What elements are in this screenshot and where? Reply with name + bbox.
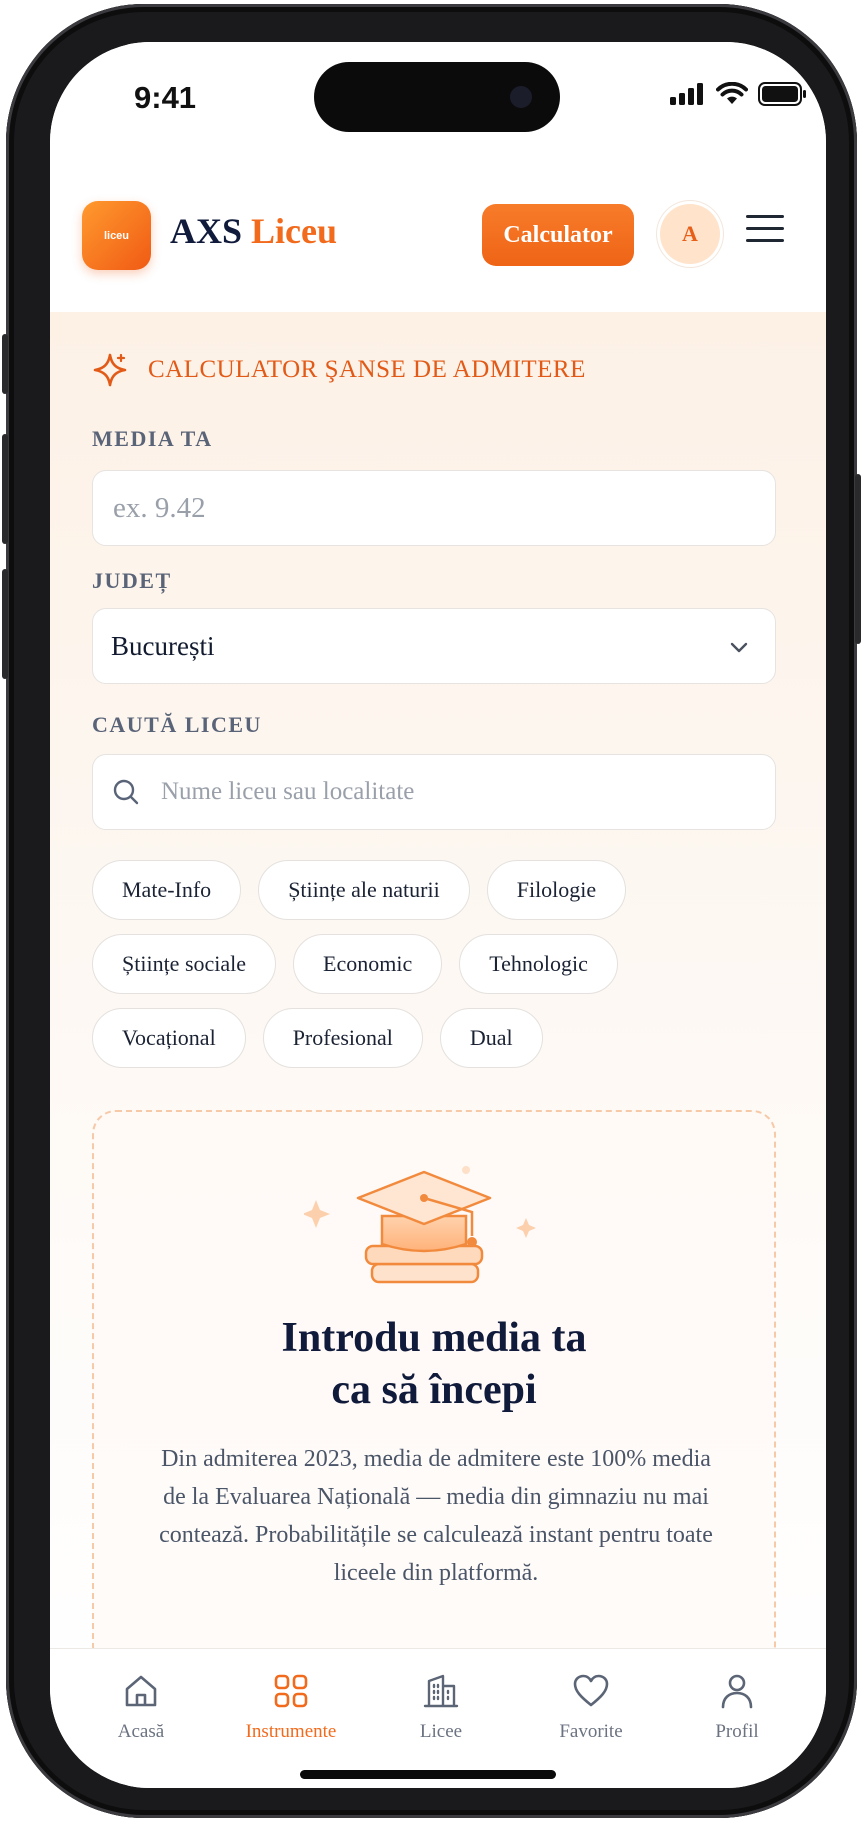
chip-dual[interactable]: Dual bbox=[439, 1008, 543, 1068]
search-input[interactable] bbox=[159, 777, 695, 807]
section-title-text: CALCULATOR ŞANSE DE ADMITERE bbox=[148, 356, 586, 383]
tab-favorite[interactable]: Favorite bbox=[531, 1671, 651, 1743]
volume-up-button bbox=[2, 434, 8, 544]
screen: 9:41 liceu AXS Liceu Calculator A CALCUL… bbox=[50, 42, 826, 1788]
chip-stiinte-naturii[interactable]: Științe ale naturii bbox=[258, 860, 470, 920]
logo-text: liceu bbox=[103, 229, 130, 242]
average-label: MEDIA TA bbox=[92, 426, 213, 451]
chip-vocational[interactable]: Vocațional bbox=[92, 1008, 246, 1068]
tab-label-profil: Profil bbox=[715, 1721, 759, 1742]
tab-label-licee: Licee bbox=[419, 1721, 463, 1742]
chip-profesional[interactable]: Profesional bbox=[262, 1008, 423, 1068]
empty-title-line2: ca să începi bbox=[331, 1367, 537, 1413]
status-icons bbox=[670, 82, 808, 106]
tab-label-acasa: Acasă bbox=[117, 1721, 165, 1742]
status-time: 9:41 bbox=[134, 80, 197, 115]
app-logo[interactable]: liceu bbox=[82, 201, 151, 270]
county-value: București bbox=[111, 630, 215, 661]
graduation-cap-icon bbox=[304, 1166, 536, 1284]
chip-mate-info[interactable]: Mate-Info bbox=[92, 860, 242, 920]
chip-filologie[interactable]: Filologie bbox=[486, 860, 627, 920]
chip-economic[interactable]: Economic bbox=[293, 934, 443, 994]
home-icon bbox=[125, 1675, 157, 1707]
average-input[interactable] bbox=[111, 490, 647, 526]
tab-profil[interactable]: Profil bbox=[677, 1671, 797, 1743]
brand-accent: Liceu bbox=[251, 211, 338, 251]
phone-frame: 9:41 liceu AXS Liceu Calculator A CALCUL… bbox=[2, 4, 861, 1818]
brand-main: AXS bbox=[170, 211, 243, 251]
search-label: CAUTĂ LICEU bbox=[92, 712, 262, 737]
app-header: liceu AXS Liceu Calculator A bbox=[50, 162, 826, 313]
tab-instrumente[interactable]: Instrumente bbox=[231, 1671, 351, 1743]
empty-state-card: Introdu media ta ca să începi Din admite… bbox=[92, 1110, 776, 1670]
county-select[interactable]: București bbox=[92, 608, 776, 684]
menu-icon[interactable] bbox=[746, 215, 786, 245]
bottom-tab-bar: Acasă Instrumente Licee Favorite Profil bbox=[50, 1648, 826, 1788]
avatar[interactable]: A bbox=[660, 204, 720, 264]
brand-title[interactable]: AXS Liceu bbox=[170, 210, 337, 252]
empty-state-description: Din admiterea 2023, media de admitere es… bbox=[159, 1446, 713, 1586]
tab-label-favorite: Favorite bbox=[559, 1721, 623, 1742]
tab-acasa[interactable]: Acasă bbox=[81, 1671, 201, 1743]
search-icon bbox=[111, 777, 141, 807]
chip-tehnologic[interactable]: Tehnologic bbox=[459, 934, 618, 994]
calculator-button[interactable]: Calculator bbox=[482, 204, 634, 266]
grid-icon bbox=[274, 1674, 308, 1708]
chevron-down-icon bbox=[730, 642, 748, 653]
power-button bbox=[855, 474, 861, 644]
user-icon bbox=[721, 1674, 753, 1709]
status-bar: 9:41 bbox=[50, 42, 826, 162]
search-field[interactable] bbox=[92, 754, 776, 830]
home-indicator[interactable] bbox=[300, 1770, 556, 1779]
tab-label-instrumente: Instrumente bbox=[245, 1721, 337, 1742]
empty-title-line1: Introdu media ta bbox=[281, 1315, 587, 1361]
battery-icon bbox=[758, 82, 806, 106]
profile-chips: Mate-Info Științe ale naturii Filologie … bbox=[92, 860, 792, 1082]
wifi-icon bbox=[716, 82, 748, 104]
dynamic-island bbox=[314, 62, 560, 132]
chip-stiinte-sociale[interactable]: Științe sociale bbox=[92, 934, 277, 994]
volume-down-button bbox=[2, 569, 8, 679]
section-title: CALCULATOR ŞANSE DE ADMITERE bbox=[92, 352, 586, 388]
empty-state-title: Introdu media ta ca să începi bbox=[94, 1312, 774, 1416]
action-button bbox=[2, 334, 8, 394]
building-icon bbox=[423, 1674, 459, 1708]
signal-icon bbox=[670, 83, 703, 105]
heart-icon bbox=[573, 1674, 609, 1707]
sparkle-icon bbox=[93, 353, 127, 387]
calculator-content: CALCULATOR ŞANSE DE ADMITERE MEDIA TA JU… bbox=[50, 312, 826, 1692]
county-label: JUDEȚ bbox=[92, 568, 172, 593]
tab-licee[interactable]: Licee bbox=[381, 1671, 501, 1743]
average-field[interactable] bbox=[92, 470, 776, 546]
